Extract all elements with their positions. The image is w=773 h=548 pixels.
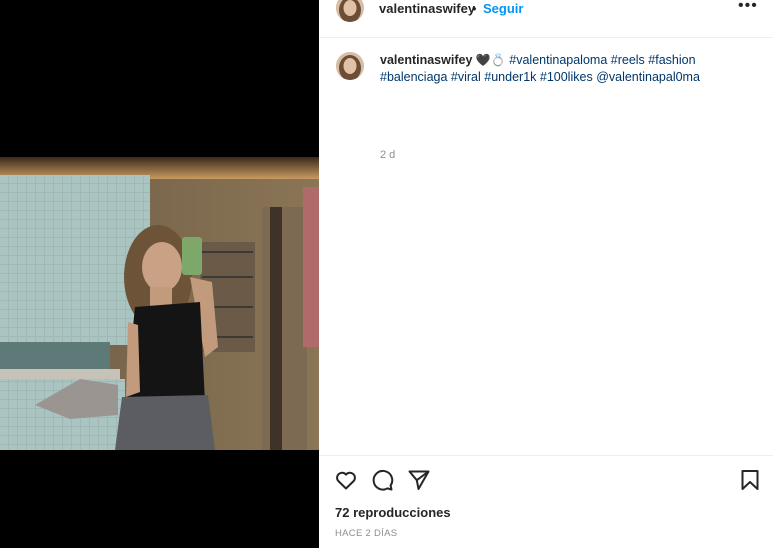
- instagram-post-viewer: valentinaswifey • Seguir ••• valentinasw…: [0, 0, 773, 548]
- post-header: valentinaswifey • Seguir •••: [319, 0, 773, 38]
- ring-emoji: 💍: [490, 53, 506, 67]
- author-avatar[interactable]: [336, 0, 364, 22]
- hashtag-link[interactable]: #under1k: [484, 70, 536, 84]
- post-actions-section: 72 reproducciones HACE 2 DÍAS: [319, 455, 773, 548]
- caption-text: valentinaswifey 🖤💍 #valentinapaloma #ree…: [380, 52, 760, 85]
- comment-bubble-icon[interactable]: [370, 468, 394, 492]
- hashtag-link[interactable]: #valentinapaloma: [509, 53, 607, 67]
- bookmark-icon[interactable]: [738, 468, 762, 492]
- author-username[interactable]: valentinaswifey: [379, 1, 475, 16]
- avatar-image: [336, 0, 364, 22]
- post-side-panel: valentinaswifey • Seguir ••• valentinasw…: [319, 0, 773, 548]
- caption-author-avatar[interactable]: [336, 52, 364, 80]
- hashtag-link[interactable]: #balenciaga: [380, 70, 447, 84]
- paper-plane-icon[interactable]: [407, 468, 431, 492]
- hashtag-link[interactable]: #viral: [451, 70, 481, 84]
- follow-button[interactable]: Seguir: [483, 1, 523, 16]
- post-timestamp[interactable]: HACE 2 DÍAS: [335, 528, 397, 539]
- hashtag-link[interactable]: #reels: [611, 53, 645, 67]
- video-frame[interactable]: [0, 157, 319, 450]
- black-heart-emoji: 🖤: [475, 53, 491, 67]
- separator-dot: •: [472, 1, 477, 16]
- video-player[interactable]: [0, 0, 319, 548]
- caption-username[interactable]: valentinaswifey: [380, 53, 472, 67]
- avatar-image: [336, 52, 364, 80]
- view-count[interactable]: 72 reproducciones: [335, 505, 451, 520]
- heart-outline-icon[interactable]: [334, 468, 358, 492]
- video-still-image: [0, 157, 319, 450]
- mention-link[interactable]: @valentinapal0ma: [596, 70, 700, 84]
- hashtag-link[interactable]: #100likes: [540, 70, 593, 84]
- more-options-icon[interactable]: •••: [738, 0, 758, 15]
- caption-age[interactable]: 2 d: [380, 149, 395, 161]
- hashtag-link[interactable]: #fashion: [648, 53, 695, 67]
